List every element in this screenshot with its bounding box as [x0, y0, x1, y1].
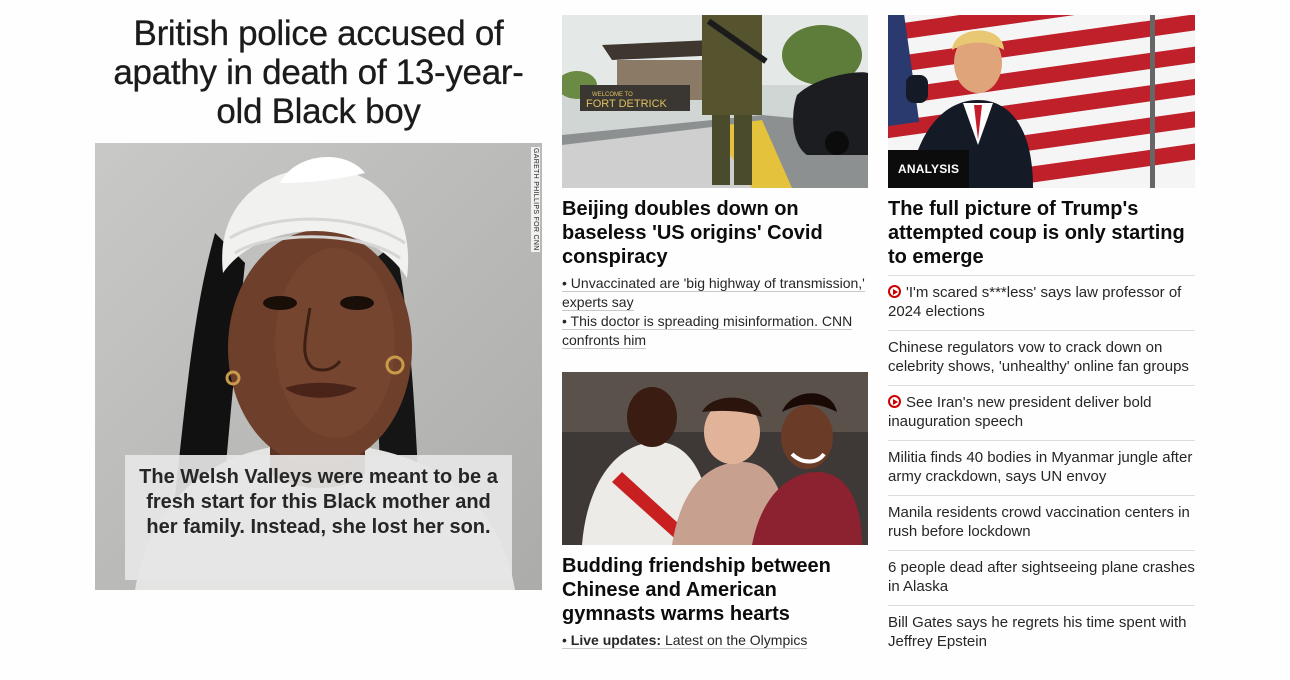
analysis-badge: ANALYSIS	[888, 150, 970, 188]
sublink-live-text: • Live updates: Latest on the Olympics	[562, 632, 808, 649]
sublink-text: • Unvaccinated are 'big highway of trans…	[562, 275, 865, 311]
video-play-icon	[888, 285, 901, 298]
live-label: Live updates:	[570, 632, 662, 648]
list-item[interactable]: Manila residents crowd vaccination cente…	[888, 496, 1195, 551]
list-item-text: 6 people dead after sightseeing plane cr…	[888, 559, 1195, 595]
list-item[interactable]: See Iran's new president deliver bold in…	[888, 386, 1195, 441]
story-card-gymnasts: Budding friendship between Chinese and A…	[562, 372, 868, 650]
gymnasts-illustration	[562, 372, 868, 545]
sublink-text: • This doctor is spreading misinformatio…	[562, 313, 853, 349]
video-play-icon	[888, 395, 901, 408]
live-text: Latest on the Olympics	[664, 632, 808, 648]
list-item[interactable]: 6 people dead after sightseeing plane cr…	[888, 551, 1195, 606]
lead-headline[interactable]: British police accused of apathy in deat…	[95, 14, 542, 131]
sublink-live-updates[interactable]: • Live updates: Latest on the Olympics	[562, 631, 868, 650]
sublink-unvaccinated[interactable]: • Unvaccinated are 'big highway of trans…	[562, 274, 868, 312]
fort-detrick-image[interactable]: WELCOME TO FORT DETRICK	[562, 15, 868, 188]
lead-caption[interactable]: The Welsh Valleys were meant to be a fre…	[125, 455, 512, 580]
story-headline-gymnasts[interactable]: Budding friendship between Chinese and A…	[562, 554, 868, 626]
story-card-covid: WELCOME TO FORT DETRICK Beijing doubles …	[562, 15, 868, 350]
list-item-text: Bill Gates says he regrets his time spen…	[888, 614, 1187, 650]
trump-image[interactable]: ANALYSIS	[888, 15, 1195, 188]
sign-large-text: FORT DETRICK	[586, 98, 668, 110]
middle-column: WELCOME TO FORT DETRICK Beijing doubles …	[562, 15, 868, 650]
list-item[interactable]: Militia finds 40 bodies in Myanmar jungl…	[888, 441, 1195, 496]
list-item-text: 'I'm scared s***less' says law professor…	[888, 284, 1182, 320]
list-item-text: Militia finds 40 bodies in Myanmar jungl…	[888, 449, 1193, 485]
list-item[interactable]: 'I'm scared s***less' says law professor…	[888, 276, 1195, 331]
headline-list: 'I'm scared s***less' says law professor…	[888, 275, 1195, 660]
list-item-text: See Iran's new president deliver bold in…	[888, 394, 1152, 430]
list-item-text: Chinese regulators vow to crack down on …	[888, 339, 1189, 375]
list-item-text: Manila residents crowd vaccination cente…	[888, 504, 1190, 540]
photo-credit: GARETH PHILLIPS FOR CNN	[531, 147, 540, 252]
story-headline-trump[interactable]: The full picture of Trump's attempted co…	[888, 197, 1195, 269]
lead-image[interactable]: GARETH PHILLIPS FOR CNN The Welsh Valley…	[95, 143, 542, 590]
fort-detrick-illustration: WELCOME TO FORT DETRICK	[562, 15, 868, 188]
sublink-doctor[interactable]: • This doctor is spreading misinformatio…	[562, 312, 868, 350]
story-headline-covid[interactable]: Beijing doubles down on baseless 'US ori…	[562, 197, 868, 269]
gymnasts-image[interactable]	[562, 372, 868, 545]
list-item[interactable]: Bill Gates says he regrets his time spen…	[888, 606, 1195, 660]
right-column: ANALYSIS The full picture of Trump's att…	[888, 15, 1195, 660]
list-item[interactable]: Chinese regulators vow to crack down on …	[888, 331, 1195, 386]
lead-story: British police accused of apathy in deat…	[95, 14, 542, 590]
